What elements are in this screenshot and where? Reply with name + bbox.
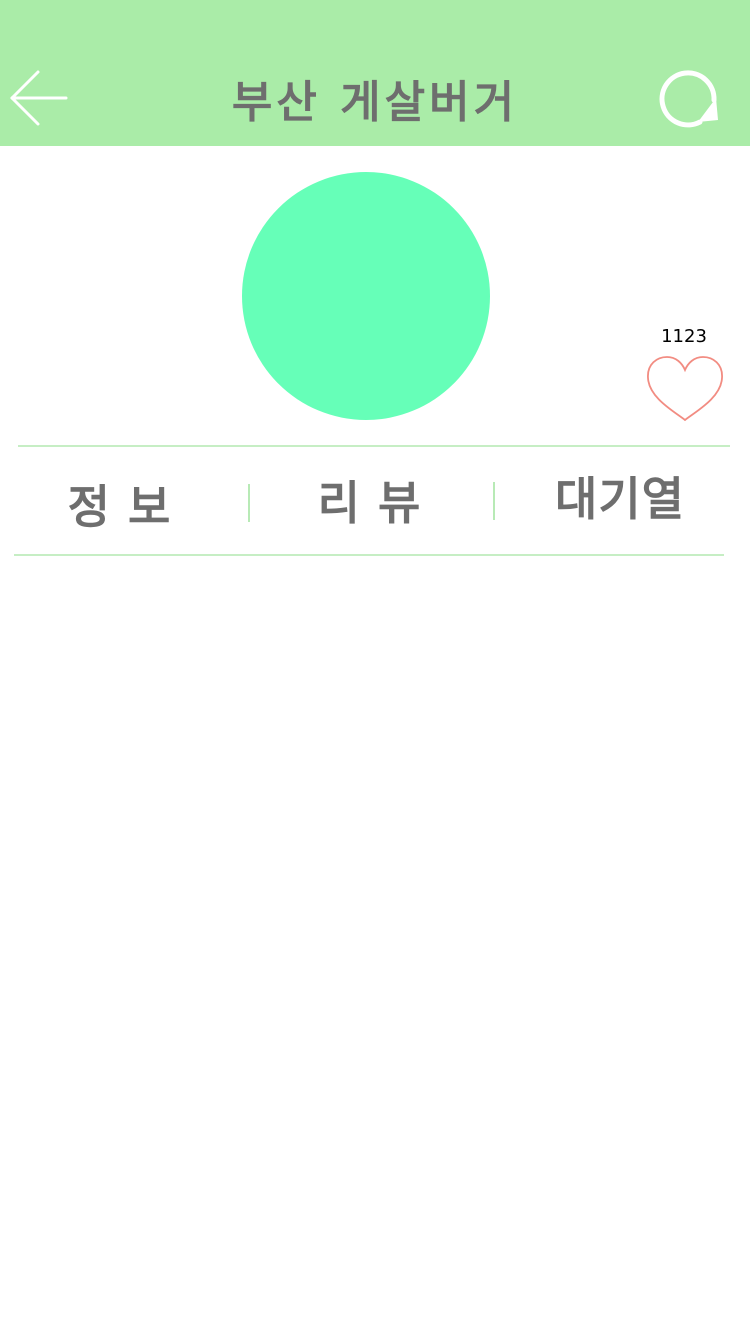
- app-header: 부산 게살버거: [0, 0, 750, 146]
- restaurant-avatar: [242, 172, 490, 420]
- like-button[interactable]: [645, 354, 725, 424]
- refresh-icon: [659, 70, 718, 128]
- like-count: 1123: [661, 326, 707, 347]
- tab-bar-bottom-divider: [14, 554, 724, 556]
- tab-review[interactable]: 리뷰: [290, 480, 466, 526]
- tab-separator: [248, 484, 250, 522]
- refresh-button[interactable]: [656, 64, 722, 130]
- heart-outline-icon: [647, 356, 723, 422]
- page-title: 부산 게살버거: [231, 77, 519, 128]
- tab-separator: [493, 482, 495, 520]
- tab-content-area: [0, 558, 750, 1334]
- tab-bar-top-divider: [18, 445, 730, 447]
- tab-info[interactable]: 정보: [40, 484, 216, 530]
- tab-queue[interactable]: 대기열: [540, 476, 700, 522]
